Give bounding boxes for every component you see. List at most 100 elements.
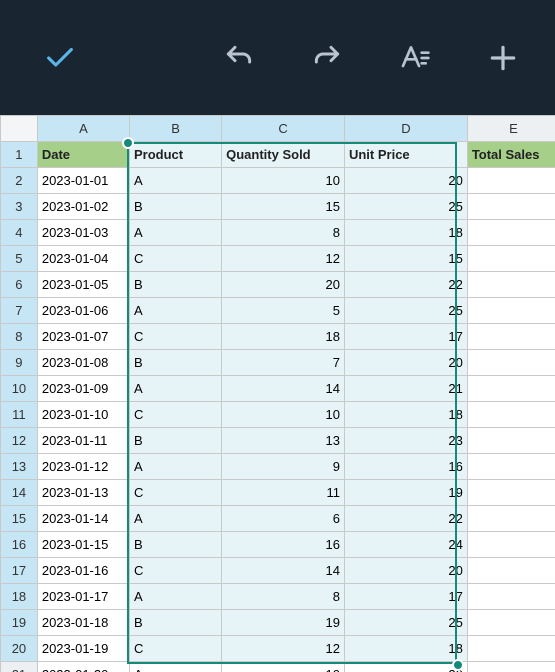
cell[interactable]: A: [129, 220, 221, 246]
spreadsheet[interactable]: A B C D E 1 Date Product Quantity Sold U…: [0, 115, 555, 672]
cell[interactable]: 12: [222, 636, 345, 662]
row-header[interactable]: 11: [1, 402, 38, 428]
cell[interactable]: A: [129, 298, 221, 324]
row-header[interactable]: 3: [1, 194, 38, 220]
cell[interactable]: 17: [344, 584, 467, 610]
cell[interactable]: [467, 610, 555, 636]
cell[interactable]: [467, 558, 555, 584]
cell[interactable]: Date: [37, 142, 129, 168]
cell[interactable]: A: [129, 168, 221, 194]
cell[interactable]: A: [129, 376, 221, 402]
cell[interactable]: 25: [344, 298, 467, 324]
row-header[interactable]: 18: [1, 584, 38, 610]
cell[interactable]: [467, 272, 555, 298]
cell[interactable]: 2023-01-17: [37, 584, 129, 610]
cell[interactable]: 12: [222, 246, 345, 272]
cell[interactable]: 2023-01-02: [37, 194, 129, 220]
confirm-button[interactable]: [40, 38, 80, 78]
cell[interactable]: Total Sales: [467, 142, 555, 168]
cell[interactable]: 22: [344, 506, 467, 532]
cell[interactable]: 18: [222, 324, 345, 350]
cell[interactable]: 19: [222, 610, 345, 636]
cell[interactable]: 14: [222, 558, 345, 584]
cell[interactable]: 17: [344, 324, 467, 350]
cell[interactable]: 2023-01-07: [37, 324, 129, 350]
select-all-corner[interactable]: [1, 116, 38, 142]
cell[interactable]: 11: [222, 480, 345, 506]
cell[interactable]: B: [129, 428, 221, 454]
cell[interactable]: 23: [344, 428, 467, 454]
add-button[interactable]: [483, 38, 523, 78]
cell[interactable]: 5: [222, 298, 345, 324]
col-header-C[interactable]: C: [222, 116, 345, 142]
redo-button[interactable]: [307, 38, 347, 78]
cell[interactable]: [467, 168, 555, 194]
format-button[interactable]: [395, 38, 435, 78]
cell[interactable]: B: [129, 272, 221, 298]
cell[interactable]: 20: [344, 350, 467, 376]
cell[interactable]: 18: [344, 220, 467, 246]
cell[interactable]: 16: [222, 532, 345, 558]
cell[interactable]: 16: [344, 454, 467, 480]
cell[interactable]: 2023-01-06: [37, 298, 129, 324]
cell[interactable]: C: [129, 480, 221, 506]
cell[interactable]: 20: [344, 662, 467, 672]
cell[interactable]: 2023-01-10: [37, 402, 129, 428]
col-header-D[interactable]: D: [344, 116, 467, 142]
cell[interactable]: B: [129, 610, 221, 636]
cell[interactable]: [467, 220, 555, 246]
cell[interactable]: B: [129, 350, 221, 376]
cell[interactable]: 19: [344, 480, 467, 506]
cell[interactable]: 18: [344, 636, 467, 662]
cell[interactable]: [467, 480, 555, 506]
cell[interactable]: 2023-01-01: [37, 168, 129, 194]
cell[interactable]: 7: [222, 350, 345, 376]
cell[interactable]: 14: [222, 376, 345, 402]
row-header[interactable]: 10: [1, 376, 38, 402]
cell[interactable]: 20: [344, 558, 467, 584]
row-header[interactable]: 13: [1, 454, 38, 480]
cell[interactable]: 2023-01-12: [37, 454, 129, 480]
row-header[interactable]: 5: [1, 246, 38, 272]
col-header-E[interactable]: E: [467, 116, 555, 142]
cell[interactable]: 18: [344, 402, 467, 428]
cell[interactable]: 2023-01-05: [37, 272, 129, 298]
cell[interactable]: 13: [222, 428, 345, 454]
cell[interactable]: 2023-01-03: [37, 220, 129, 246]
cell[interactable]: [467, 350, 555, 376]
cell[interactable]: [467, 194, 555, 220]
row-header[interactable]: 20: [1, 636, 38, 662]
cell[interactable]: A: [129, 454, 221, 480]
cell[interactable]: [467, 298, 555, 324]
row-header[interactable]: 8: [1, 324, 38, 350]
cell[interactable]: 8: [222, 584, 345, 610]
cell[interactable]: [467, 376, 555, 402]
cell[interactable]: 15: [344, 246, 467, 272]
cell[interactable]: 2023-01-11: [37, 428, 129, 454]
row-header[interactable]: 4: [1, 220, 38, 246]
cell[interactable]: Unit Price: [344, 142, 467, 168]
cell[interactable]: A: [129, 506, 221, 532]
cell[interactable]: 2023-01-13: [37, 480, 129, 506]
row-header[interactable]: 6: [1, 272, 38, 298]
cell[interactable]: 2023-01-16: [37, 558, 129, 584]
cell[interactable]: [467, 246, 555, 272]
cell[interactable]: 2023-01-20: [37, 662, 129, 672]
cell[interactable]: C: [129, 402, 221, 428]
cell[interactable]: [467, 506, 555, 532]
cell[interactable]: 22: [344, 272, 467, 298]
cell[interactable]: C: [129, 246, 221, 272]
row-header[interactable]: 19: [1, 610, 38, 636]
cell[interactable]: Product: [129, 142, 221, 168]
cell[interactable]: [467, 532, 555, 558]
cell[interactable]: 24: [344, 532, 467, 558]
cell[interactable]: C: [129, 324, 221, 350]
cell[interactable]: [467, 454, 555, 480]
cell[interactable]: 20: [344, 168, 467, 194]
cell[interactable]: 20: [222, 272, 345, 298]
cell[interactable]: A: [129, 584, 221, 610]
cell[interactable]: 2023-01-04: [37, 246, 129, 272]
cell[interactable]: Quantity Sold: [222, 142, 345, 168]
cell[interactable]: 25: [344, 610, 467, 636]
row-header[interactable]: 15: [1, 506, 38, 532]
